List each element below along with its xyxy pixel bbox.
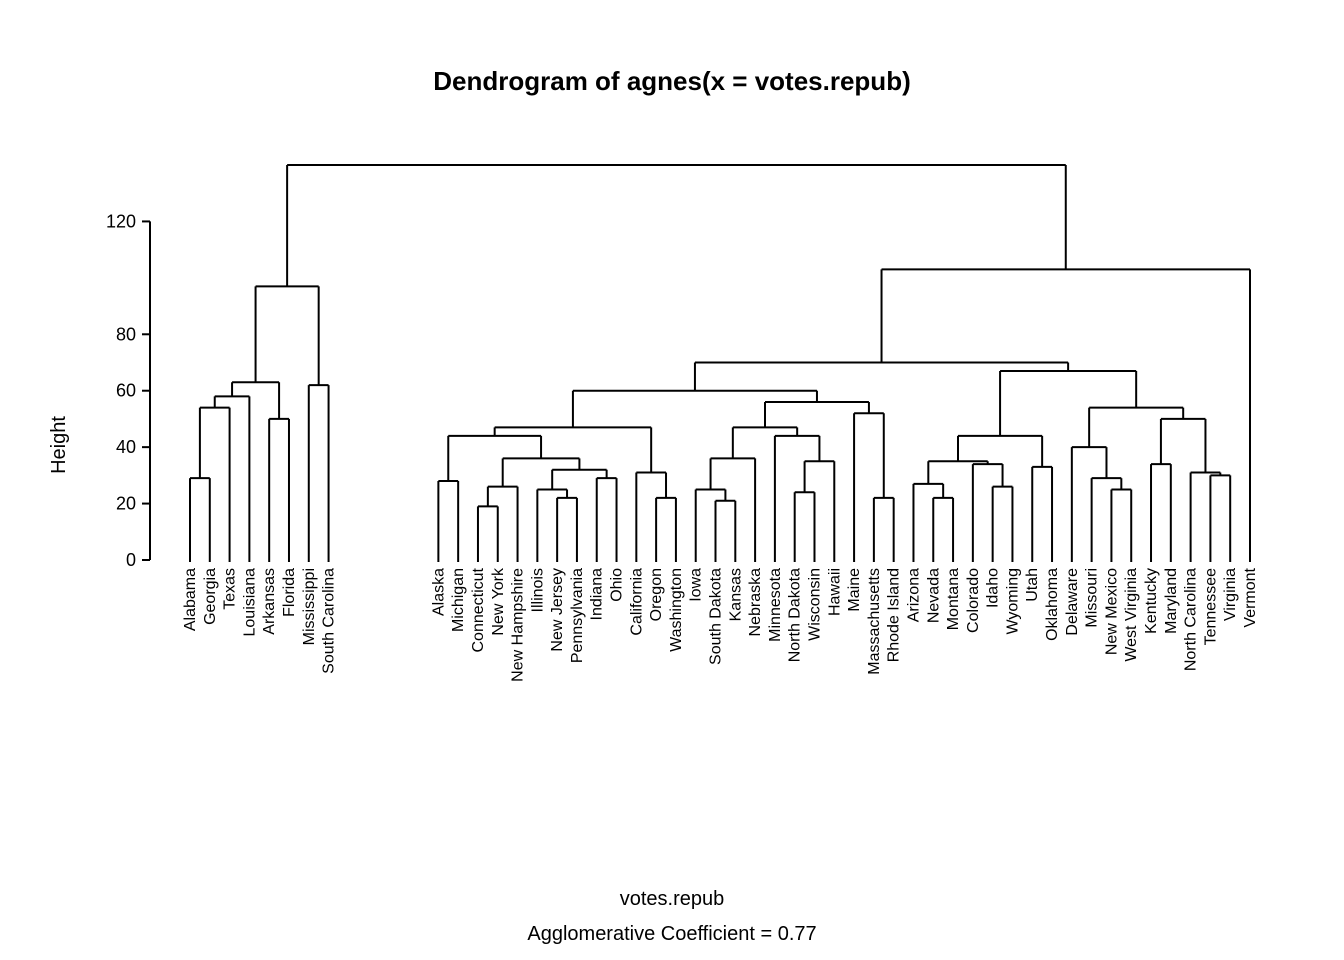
leaf-label: Alabama <box>182 568 199 631</box>
y-tick-label: 0 <box>126 550 136 570</box>
chart-title: Dendrogram of agnes(x = votes.repub) <box>433 66 910 96</box>
y-tick-label: 40 <box>116 437 136 457</box>
leaf-label: Alaska <box>430 568 447 616</box>
leaf-label: Tennessee <box>1202 568 1219 645</box>
leaf-label: New Hampshire <box>510 568 527 682</box>
leaf-label: West Virginia <box>1123 568 1140 662</box>
leaf-label: Texas <box>222 568 239 610</box>
leaf-label: Missouri <box>1084 568 1101 628</box>
leaf-label: Nebraska <box>747 568 764 637</box>
leaf-label: Nevada <box>925 568 942 623</box>
y-tick-label: 80 <box>116 324 136 344</box>
leaf-label: New Jersey <box>549 568 566 652</box>
y-axis-label: Height <box>48 416 70 474</box>
y-tick-label: 120 <box>106 211 136 231</box>
leaf-label: Vermont <box>1242 567 1259 627</box>
leaf-label: Pennsylvania <box>569 568 586 663</box>
leaf-label: South Dakota <box>708 568 725 665</box>
leaf-label: Hawaii <box>826 568 843 616</box>
leaf-label: Louisiana <box>241 568 258 637</box>
leaf-label: Massachusetts <box>866 568 883 675</box>
x-axis-label: votes.repub <box>620 888 725 910</box>
leaf-label: California <box>628 568 645 636</box>
leaf-label: Utah <box>1024 568 1041 602</box>
dendrogram-chart: Dendrogram of agnes(x = votes.repub) vot… <box>0 0 1344 960</box>
y-axis: 0 20 40 60 80 120 <box>106 211 150 570</box>
coefficient-label: Agglomerative Coefficient = 0.77 <box>527 923 816 945</box>
leaf-label: Connecticut <box>470 567 487 652</box>
leaf-label: Florida <box>281 568 298 617</box>
leaf-label: Kansas <box>727 568 744 621</box>
leaf-label: Michigan <box>450 568 467 632</box>
leaf-label: Kentucky <box>1143 568 1160 634</box>
leaf-label: Washington <box>668 568 685 652</box>
leaf-label: New Mexico <box>1103 568 1120 655</box>
leaf-label: Illinois <box>529 568 546 612</box>
leaf-label: Delaware <box>1064 568 1081 636</box>
leaf-label: Indiana <box>589 568 606 621</box>
leaf-label: Rhode Island <box>886 568 903 662</box>
y-tick-label: 60 <box>116 381 136 401</box>
leaf-label: Wyoming <box>1004 568 1021 635</box>
leaf-label: Mississippi <box>301 568 318 645</box>
leaf-label: Arkansas <box>261 568 278 635</box>
leaf-label: Ohio <box>609 568 626 602</box>
dendrogram-tree <box>190 165 1250 562</box>
leaf-label: Iowa <box>688 568 705 602</box>
leaf-label: Oklahoma <box>1044 568 1061 641</box>
leaf-label: Virginia <box>1222 568 1239 621</box>
leaf-labels: AlabamaGeorgiaTexasLouisianaArkansasFlor… <box>182 567 1259 682</box>
leaf-label: North Carolina <box>1183 568 1200 671</box>
leaf-label: North Dakota <box>787 568 804 662</box>
leaf-label: Minnesota <box>767 568 784 642</box>
leaf-label: Oregon <box>648 568 665 621</box>
leaf-label: Arizona <box>905 568 922 622</box>
leaf-label: Montana <box>945 568 962 630</box>
leaf-label: Idaho <box>985 568 1002 608</box>
y-tick-label: 20 <box>116 494 136 514</box>
leaf-label: Colorado <box>965 568 982 633</box>
leaf-label: Wisconsin <box>806 568 823 641</box>
leaf-label: South Carolina <box>321 568 338 674</box>
leaf-label: Georgia <box>202 568 219 625</box>
leaf-label: New York <box>490 567 507 636</box>
leaf-label: Maine <box>846 568 863 612</box>
leaf-label: Maryland <box>1163 568 1180 634</box>
